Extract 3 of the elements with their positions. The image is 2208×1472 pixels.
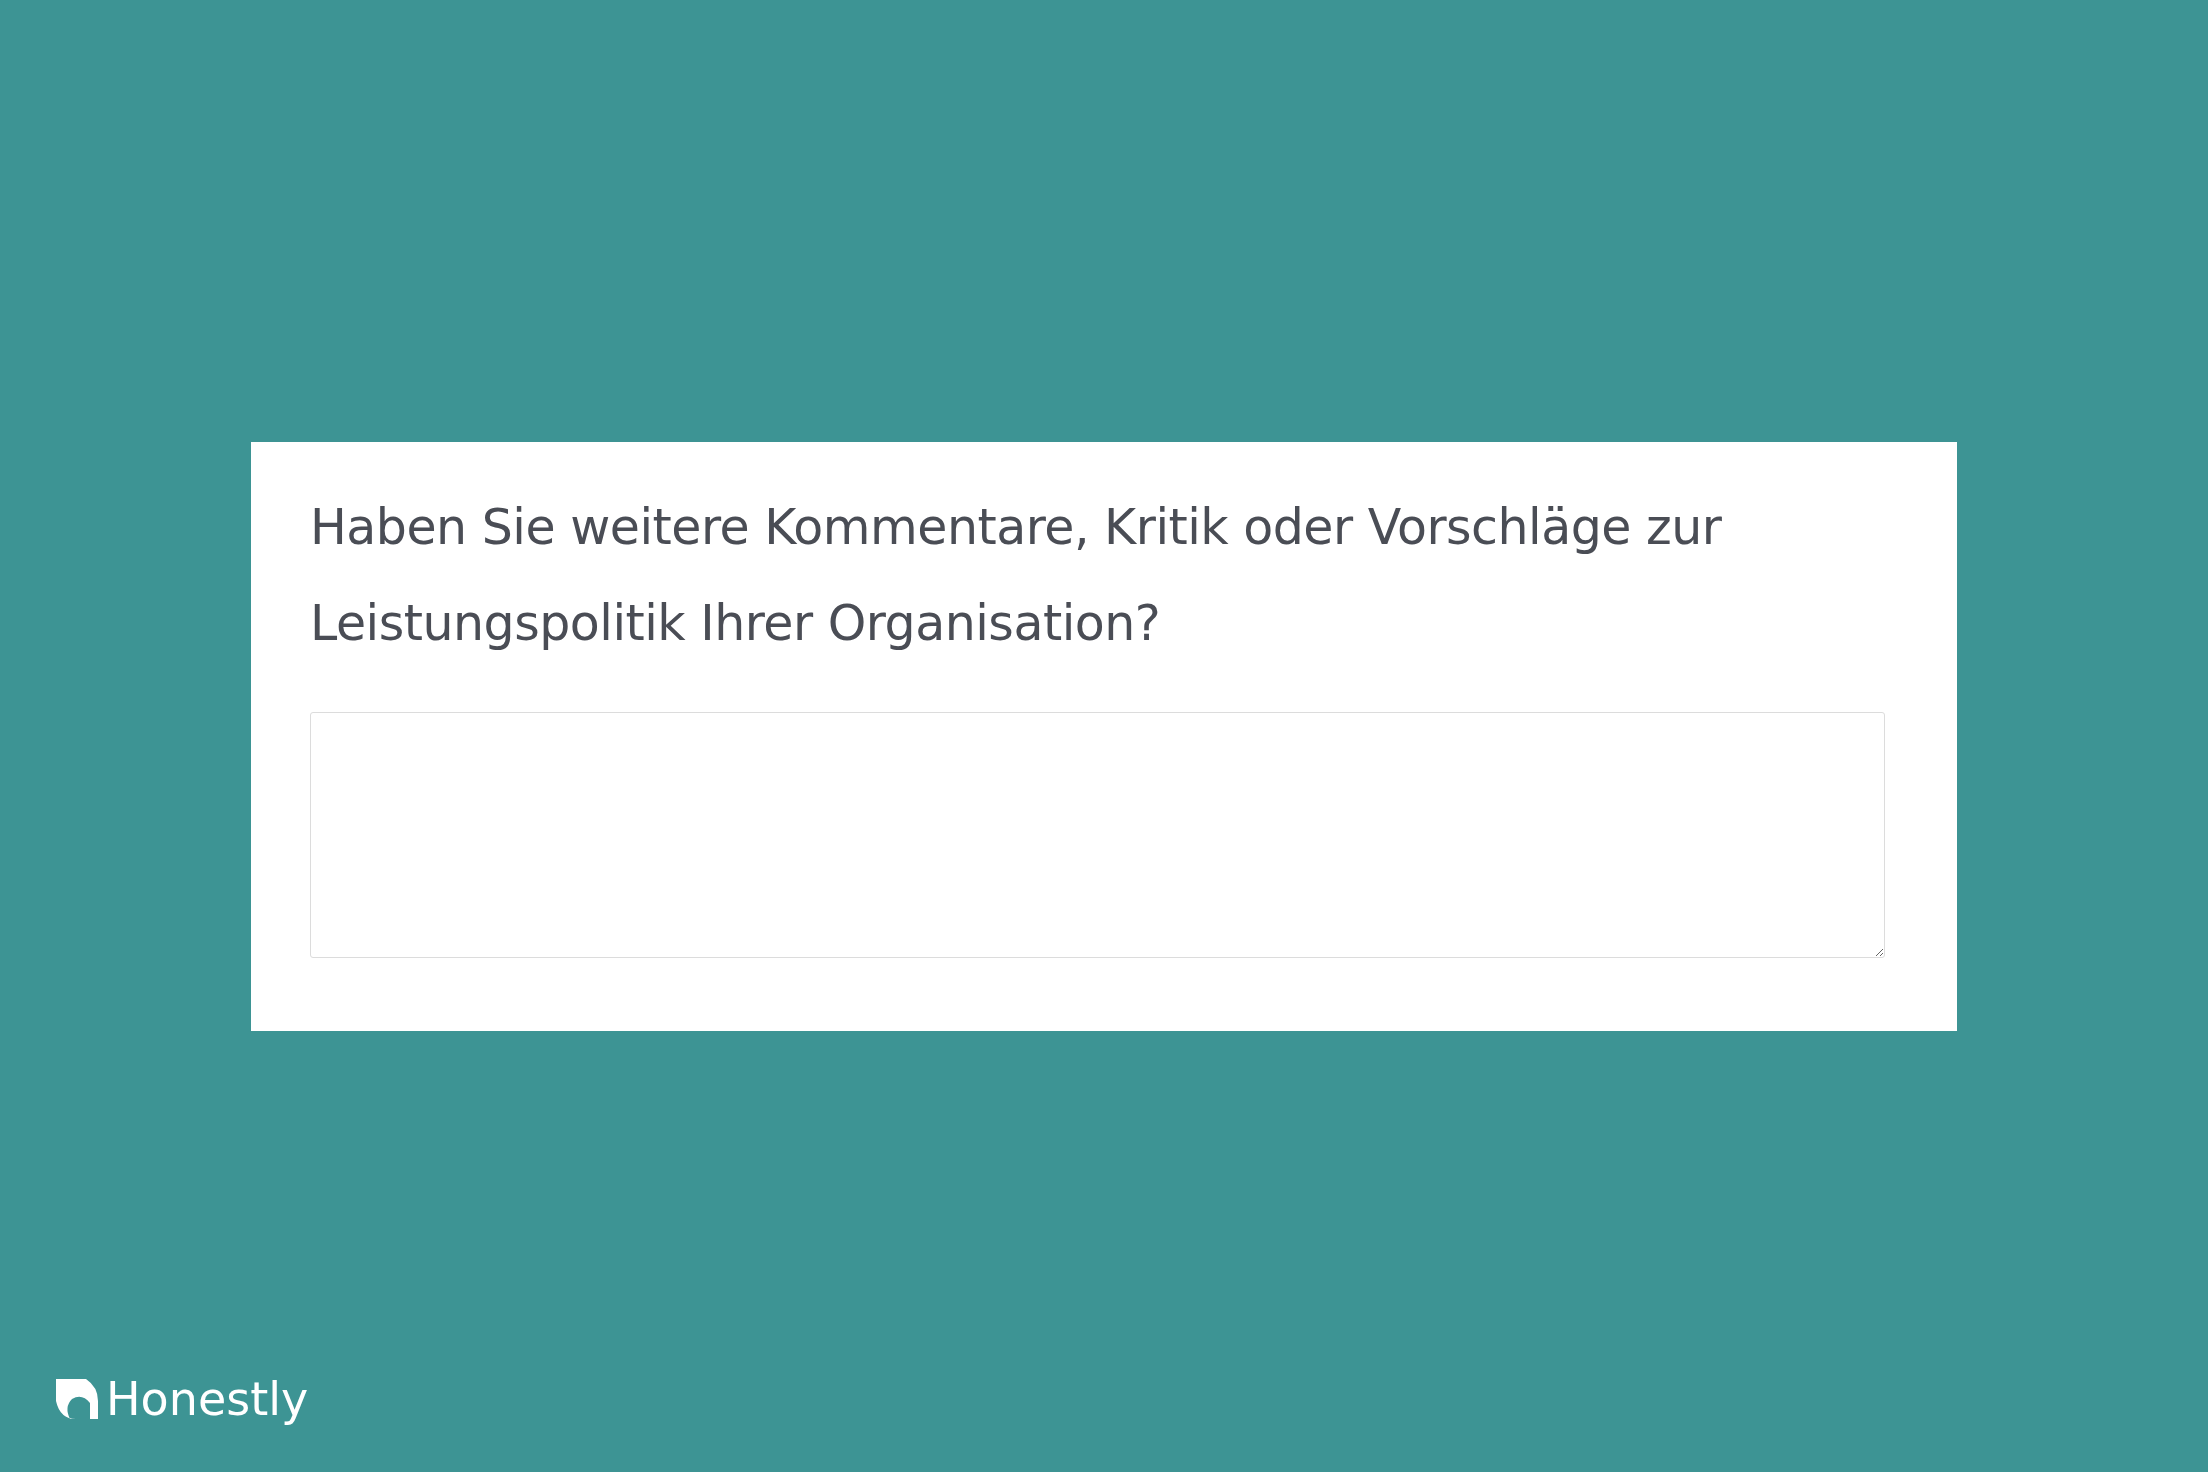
logo-icon (56, 1379, 98, 1419)
question-text: Haben Sie weitere Kommentare, Kritik oder Vorschläge zur Leistungspolitik Ihrer Organisation? (310, 498, 1723, 654)
answer-box[interactable] (310, 712, 1885, 958)
